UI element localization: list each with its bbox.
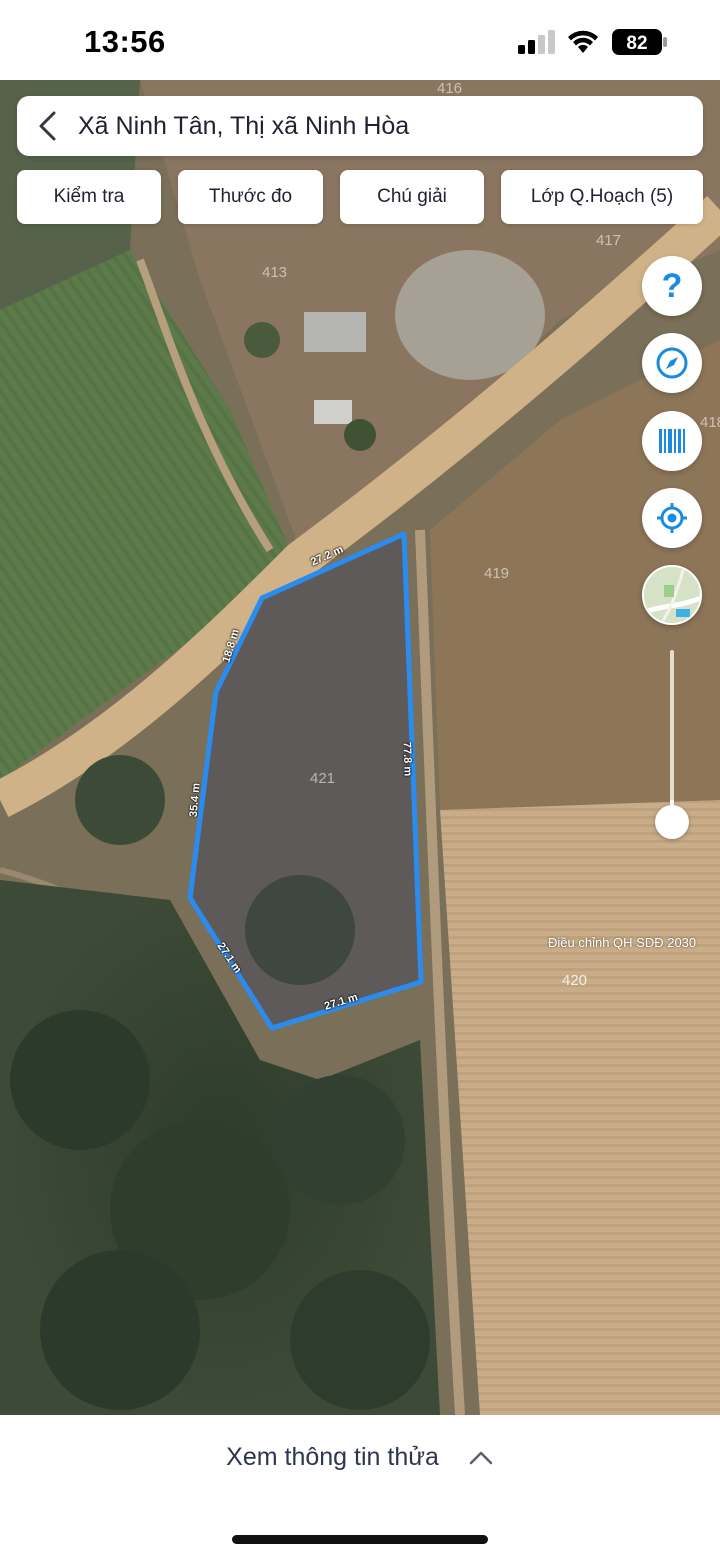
zoom-slider-track[interactable] — [670, 650, 674, 825]
layer-thumbnail[interactable] — [642, 565, 702, 625]
help-icon: ? — [661, 266, 683, 305]
satellite-imagery — [0, 80, 720, 1415]
parcel-number: 420 — [562, 972, 588, 989]
home-indicator[interactable] — [232, 1535, 488, 1544]
compass-button[interactable] — [642, 333, 702, 393]
wifi-icon — [568, 30, 598, 53]
location-title[interactable]: Xã Ninh Tân, Thị xã Ninh Hòa — [78, 112, 409, 141]
view-parcel-info-label: Xem thông tin thửa — [226, 1443, 439, 1471]
battery-icon: 82 — [612, 29, 667, 55]
parcel-number: 418 — [700, 414, 720, 431]
check-button[interactable]: Kiểm tra — [17, 170, 161, 224]
locate-button[interactable] — [642, 488, 702, 548]
planning-layers-button[interactable]: Lớp Q.Hoạch (5) — [501, 170, 703, 224]
chevron-up-icon — [469, 1452, 493, 1465]
locate-icon — [657, 503, 687, 533]
parcel-number: 416 — [437, 80, 463, 97]
status-bar: 13:56 82 — [0, 0, 720, 80]
parcel-number: 419 — [484, 565, 510, 582]
map-view[interactable]: 416 417 413 418 419 421 420 Điều chỉnh Q… — [0, 80, 720, 1415]
planning-layer-label: Điều chỉnh QH SDĐ 2030 — [548, 935, 697, 950]
signal-icon — [518, 30, 555, 54]
zoom-slider-thumb[interactable] — [655, 805, 689, 839]
compass-icon — [656, 347, 688, 379]
legend-button[interactable]: Chú giải — [340, 170, 484, 224]
parcel-number: 421 — [310, 770, 336, 787]
battery-percent: 82 — [626, 33, 647, 54]
barcode-icon — [659, 429, 685, 453]
help-button[interactable]: ? — [642, 256, 702, 316]
edge-measurement: 77.8 m — [400, 741, 414, 777]
barcode-button[interactable] — [642, 411, 702, 471]
view-parcel-info-button[interactable]: Xem thông tin thửa — [0, 1443, 720, 1472]
parcel-number: 417 — [596, 232, 622, 249]
status-time: 13:56 — [84, 24, 166, 59]
parcel-number: 413 — [262, 264, 288, 281]
measure-button[interactable]: Thước đo — [178, 170, 323, 224]
chevron-left-icon[interactable] — [36, 110, 60, 142]
